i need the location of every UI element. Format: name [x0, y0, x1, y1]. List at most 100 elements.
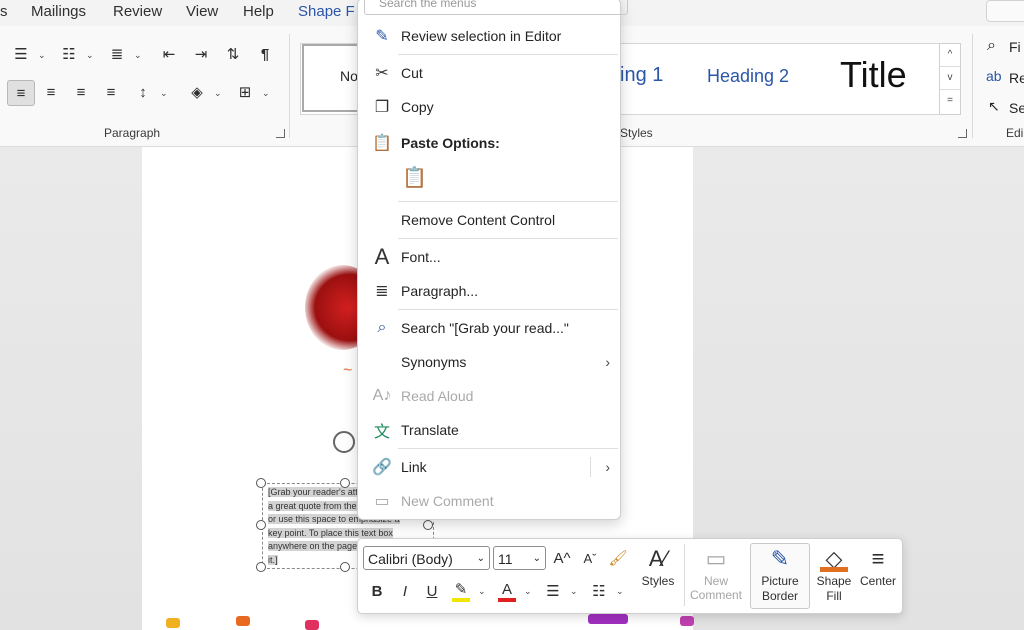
bullets-dropdown-icon[interactable]: ⌄ [38, 50, 46, 61]
highlight-icon[interactable]: ✎ [450, 578, 472, 600]
numbering-icon[interactable]: ☷ [56, 42, 82, 66]
bullets-icon[interactable]: ☰ [542, 580, 564, 602]
bullets-icon[interactable]: ☰ [8, 42, 34, 66]
increase-indent-icon[interactable]: ⇥ [188, 42, 214, 66]
tab-shape-format[interactable]: Shape F [298, 3, 355, 20]
select-label[interactable]: Se [1009, 100, 1024, 116]
font-color-bar [498, 598, 516, 602]
styles-scroll-down-icon[interactable]: v [940, 67, 960, 90]
replace-icon[interactable]: ab [986, 68, 1002, 84]
format-painter-icon[interactable]: 🖌 [606, 546, 630, 570]
resize-handle[interactable] [423, 520, 433, 530]
replace-label[interactable]: Re [1009, 70, 1024, 86]
multilevel-dropdown-icon[interactable]: ⌄ [134, 50, 142, 61]
shape-fill-button[interactable]: ◇ Shape Fill [812, 544, 856, 604]
resize-handle[interactable] [256, 478, 266, 488]
read-aloud-icon: A♪ [372, 387, 392, 404]
shading-dropdown-icon[interactable]: ⌄ [214, 88, 222, 99]
center-button[interactable]: ≡ Center [856, 544, 900, 588]
align-center-icon: ≡ [871, 546, 885, 571]
style-heading2[interactable]: Heading 2 [707, 66, 789, 87]
shading-icon[interactable]: ◈ [184, 80, 210, 104]
numbering-icon[interactable]: ☷ [588, 580, 610, 602]
resize-handle[interactable] [256, 520, 266, 530]
chevron-down-icon[interactable]: ⌄ [478, 586, 486, 597]
paragraph-launcher-icon[interactable] [276, 129, 285, 138]
tab-review[interactable]: Review [113, 3, 162, 20]
multilevel-list-icon[interactable]: ≣ [104, 42, 130, 66]
tab-view[interactable]: View [186, 3, 218, 20]
tab-mailings[interactable]: Mailings [31, 3, 86, 20]
numbering-dropdown-icon[interactable]: ⌄ [86, 50, 94, 61]
align-right-icon[interactable]: ≡ [68, 80, 94, 104]
chevron-down-icon[interactable]: ⌄ [524, 586, 532, 597]
font-size-combo[interactable]: 11 ⌄ [493, 546, 546, 570]
font-color-icon[interactable]: A [496, 578, 518, 600]
tab-references[interactable]: s [0, 3, 8, 20]
align-left-icon[interactable]: ≡ [7, 80, 35, 106]
underline-button[interactable]: U [421, 580, 443, 602]
styles-scroll-up-icon[interactable]: ^ [940, 44, 960, 67]
menu-item-cut[interactable]: ✂ Cut [358, 57, 620, 89]
grow-font-icon[interactable]: A^ [550, 546, 574, 570]
menu-search-input[interactable]: Search the menus [364, 0, 628, 15]
decrease-indent-icon[interactable]: ⇤ [156, 42, 182, 66]
menu-item-review-editor[interactable]: ✎ Review selection in Editor [358, 20, 620, 52]
styles-group-label: Styles [620, 126, 653, 140]
shape-fill-label-2: Fill [826, 589, 842, 603]
menu-item-font[interactable]: A Font... [358, 241, 620, 273]
menu-item-label: Translate [401, 422, 459, 438]
line-spacing-dropdown-icon[interactable]: ⌄ [160, 88, 168, 99]
select-icon[interactable]: ↖ [988, 98, 1000, 115]
shrink-font-icon[interactable]: Aˇ [578, 546, 602, 570]
divider [684, 544, 685, 606]
resize-handle[interactable] [256, 562, 266, 572]
paste-keep-text-icon[interactable]: 📋 [402, 165, 427, 190]
menu-item-link[interactable]: 🔗 Link › [358, 451, 620, 483]
style-heading1[interactable]: ing 1 [620, 64, 663, 87]
styles-button[interactable]: A⁄ Styles [638, 544, 678, 588]
highlight-color-bar [452, 598, 470, 602]
editing-group-label: Edi [1006, 126, 1024, 140]
chevron-right-icon[interactable]: › [605, 459, 610, 475]
chevron-down-icon[interactable]: ⌄ [570, 586, 578, 597]
styles-launcher-icon[interactable] [958, 129, 967, 138]
style-title[interactable]: Title [840, 54, 907, 96]
menu-item-translate[interactable]: 文 Translate [358, 414, 620, 446]
comment-icon: ▭ [374, 493, 390, 510]
confetti [305, 620, 319, 630]
show-formatting-icon[interactable]: ¶ [252, 42, 278, 66]
comments-button[interactable] [986, 0, 1024, 22]
font-name-combo[interactable]: Calibri (Body) ⌄ [363, 546, 490, 570]
borders-icon[interactable]: ⊞ [232, 80, 258, 104]
picture-border-content[interactable]: ✎ Picture Border [751, 544, 809, 604]
menu-item-search[interactable]: ⌕ Search "[Grab your read..." [358, 312, 620, 344]
menu-item-paragraph[interactable]: ≣ Paragraph... [358, 275, 620, 307]
font-size-value: 11 [498, 551, 513, 567]
chevron-down-icon[interactable]: ⌄ [533, 547, 541, 571]
bold-button[interactable]: B [366, 580, 388, 602]
find-icon[interactable]: ⌕ [987, 37, 996, 55]
resize-handle[interactable] [340, 478, 350, 488]
resize-handle[interactable] [340, 562, 350, 572]
menu-item-remove-content-control[interactable]: Remove Content Control [358, 204, 620, 236]
justify-icon[interactable]: ≡ [98, 80, 124, 104]
line-spacing-icon[interactable]: ↕ [130, 80, 156, 104]
sort-icon[interactable]: ⇅ [220, 42, 246, 66]
menu-item-copy[interactable]: ❐ Copy [358, 91, 620, 123]
borders-dropdown-icon[interactable]: ⌄ [262, 88, 270, 99]
menu-item-read-aloud: A♪ Read Aloud [358, 380, 620, 412]
tab-help[interactable]: Help [243, 3, 274, 20]
styles-scroll: ^ v = [939, 43, 961, 115]
styles-more-icon[interactable]: = [940, 90, 960, 112]
menu-item-synonyms[interactable]: Synonyms › [358, 346, 620, 378]
chevron-down-icon[interactable]: ⌄ [616, 586, 624, 597]
menu-divider [398, 54, 618, 55]
chevron-down-icon[interactable]: ⌄ [477, 547, 485, 571]
rotate-handle-icon[interactable] [333, 431, 355, 453]
italic-button[interactable]: I [394, 580, 416, 602]
style-normal[interactable]: No [302, 44, 364, 112]
confetti [588, 614, 628, 624]
find-label[interactable]: Fi [1009, 39, 1021, 55]
align-center-icon[interactable]: ≡ [38, 80, 64, 104]
